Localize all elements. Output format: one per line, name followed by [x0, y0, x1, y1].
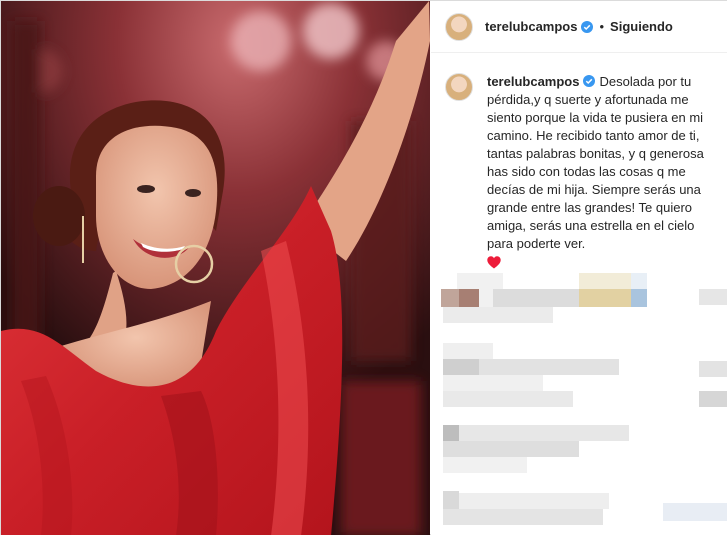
- caption-text-block: terelubcampos Desolada por tu pérdida,y q…: [487, 73, 723, 269]
- pixel-block: [459, 493, 609, 509]
- post-side-panel: terelubcampos • Siguiendo terelubcampos D…: [431, 1, 727, 535]
- verified-badge-icon: [583, 75, 596, 87]
- caption-body: Desolada por tu pérdida,y q suerte y afo…: [487, 74, 704, 251]
- pixel-block: [443, 391, 573, 407]
- pixel-block: [493, 289, 579, 307]
- caption-username[interactable]: terelubcampos: [487, 74, 579, 89]
- pixel-block: [699, 289, 727, 305]
- following-button[interactable]: Siguiendo: [610, 19, 673, 34]
- pixel-block: [631, 273, 647, 289]
- post-header: terelubcampos • Siguiendo: [431, 1, 727, 53]
- pixel-block: [459, 289, 479, 307]
- avatar[interactable]: [445, 12, 473, 41]
- pixel-block: [443, 425, 459, 441]
- redacted-comments: [431, 241, 727, 535]
- pixel-block: [443, 441, 579, 457]
- header-separator: •: [599, 19, 605, 34]
- pixel-block: [443, 509, 603, 525]
- header-username[interactable]: terelubcampos: [485, 19, 577, 34]
- pixel-block: [479, 359, 619, 375]
- pixel-block: [443, 457, 527, 473]
- post-photo-image: [1, 1, 430, 535]
- verified-badge-icon: [581, 20, 594, 33]
- instagram-post: terelubcampos • Siguiendo terelubcampos D…: [0, 0, 727, 535]
- pixel-block: [579, 273, 631, 289]
- pixel-block: [699, 361, 727, 377]
- pixel-block: [443, 343, 493, 359]
- post-photo: [1, 1, 430, 535]
- pixel-block: [441, 289, 459, 307]
- caption-avatar[interactable]: [445, 73, 473, 101]
- pixel-block: [631, 289, 647, 307]
- pixel-block: [699, 391, 727, 407]
- pixel-block: [443, 307, 553, 323]
- pixel-block: [443, 375, 543, 391]
- pixel-block: [443, 491, 459, 509]
- pixel-block: [459, 425, 629, 441]
- pixel-block: [443, 359, 479, 375]
- pixel-block: [579, 289, 631, 307]
- pixel-block: [663, 503, 727, 521]
- post-caption: terelubcampos Desolada por tu pérdida,y q…: [445, 73, 723, 269]
